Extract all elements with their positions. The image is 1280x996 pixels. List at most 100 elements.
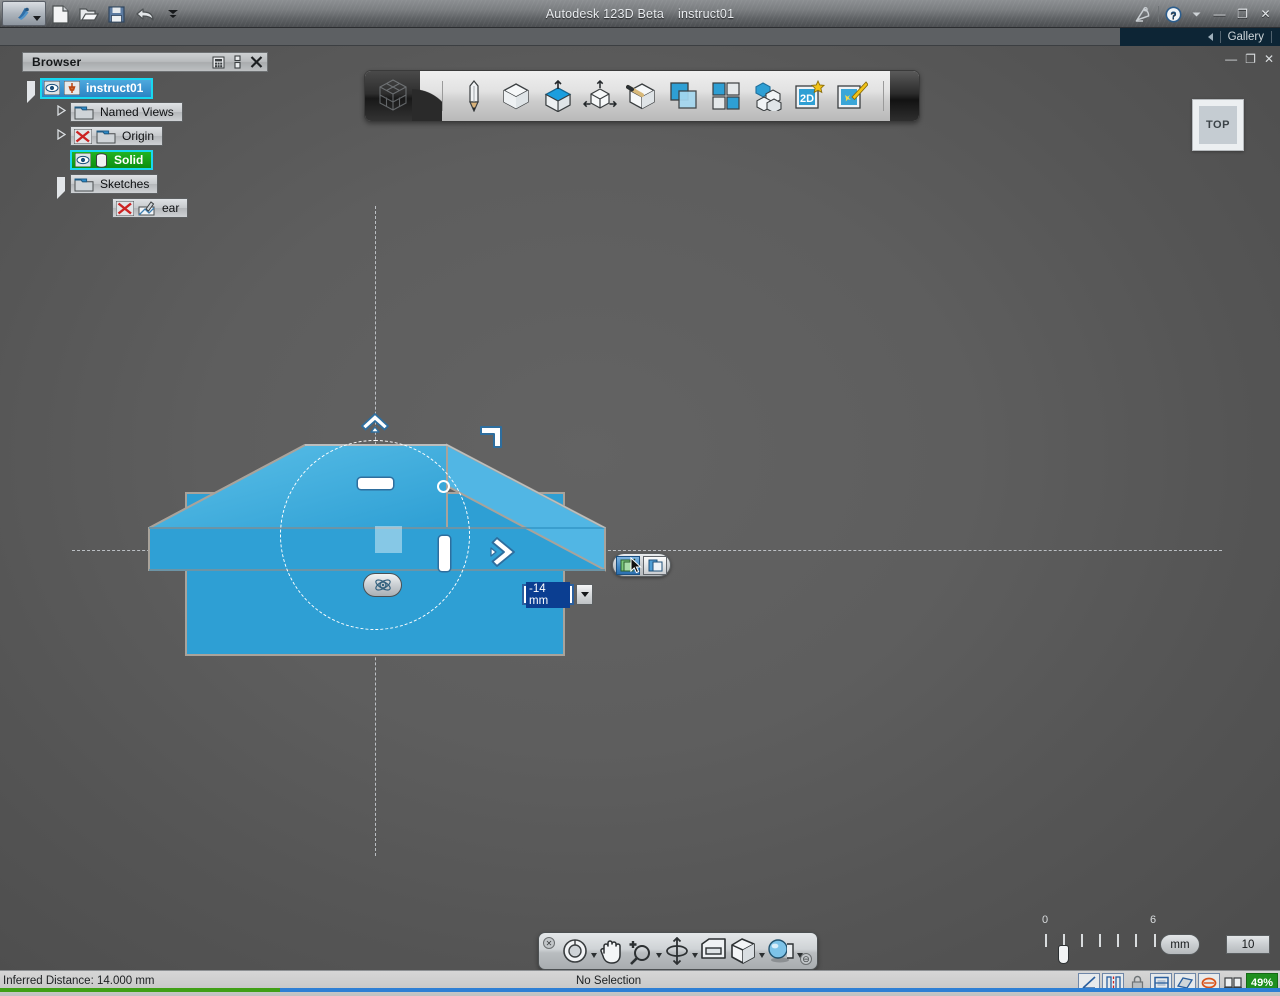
tree-item-instruct01[interactable]: instruct01 bbox=[40, 77, 154, 99]
twisty-open-instruct01[interactable] bbox=[22, 81, 40, 103]
folder-icon bbox=[74, 106, 94, 119]
123d-cube-logo-icon bbox=[379, 79, 407, 111]
view-window-icon bbox=[701, 938, 726, 959]
drag-handle-horizontal[interactable] bbox=[358, 478, 393, 489]
gallery-divider bbox=[1219, 31, 1221, 43]
pattern-tool-button[interactable] bbox=[625, 79, 659, 113]
chevron-down-icon[interactable] bbox=[692, 952, 698, 958]
tree-item-sketches[interactable]: Sketches bbox=[70, 174, 159, 194]
display-tool-button[interactable] bbox=[729, 936, 765, 966]
orbit-tool-button[interactable] bbox=[561, 936, 597, 966]
view-cube-face-label[interactable]: TOP bbox=[1199, 106, 1237, 144]
grid-size-field[interactable]: 10 bbox=[1226, 935, 1270, 954]
solid-edge-right-slope bbox=[446, 444, 606, 529]
connection-status-button[interactable] bbox=[1135, 5, 1152, 23]
triangle-open-icon bbox=[27, 81, 35, 103]
pivot-origin-icon bbox=[374, 579, 391, 591]
ruler-tick-3 bbox=[1099, 934, 1101, 947]
twisty-open-sketches[interactable] bbox=[52, 177, 70, 199]
panel-restore-button[interactable]: ❐ bbox=[1245, 52, 1256, 66]
dimension-input-field[interactable]: -14 mm bbox=[522, 581, 574, 608]
plane-corner-handle[interactable] bbox=[478, 424, 505, 451]
filter-icon[interactable] bbox=[210, 54, 227, 70]
look-at-tool-button[interactable] bbox=[767, 936, 803, 966]
tree-row-named-views[interactable]: Named Views bbox=[22, 102, 268, 122]
hidden-x-icon bbox=[74, 128, 92, 144]
move-up-arrow-handle[interactable] bbox=[360, 412, 390, 436]
chevron-down-icon[interactable] bbox=[759, 952, 765, 958]
close-window-button[interactable]: ✕ bbox=[1257, 5, 1274, 23]
folder-icon bbox=[74, 178, 94, 191]
sketch-tool-button[interactable] bbox=[457, 79, 491, 113]
tree-row-solid[interactable]: Solid bbox=[22, 150, 268, 170]
tree-item-ear[interactable]: ear bbox=[112, 198, 189, 218]
orbit-circle-icon bbox=[563, 939, 587, 963]
tree-row-instruct01[interactable]: instruct01 bbox=[22, 77, 268, 103]
toolbar-divider-left bbox=[442, 81, 444, 111]
question-mark-icon: ? bbox=[1165, 6, 1182, 22]
panel-minimize-button[interactable]: — bbox=[1225, 52, 1237, 66]
dimension-input-value[interactable]: -14 mm bbox=[526, 581, 570, 608]
dock-icon[interactable] bbox=[229, 54, 246, 70]
help-dropdown-button[interactable] bbox=[1188, 5, 1205, 23]
help-button[interactable]: ? bbox=[1165, 5, 1182, 23]
toolbar-brand-tab[interactable] bbox=[365, 71, 443, 121]
nav-close-button[interactable]: ✕ bbox=[543, 937, 555, 949]
tree-row-origin[interactable]: Origin bbox=[22, 126, 268, 146]
gallery-bar: Gallery bbox=[0, 28, 1280, 46]
tree-label-named-views: Named Views bbox=[100, 105, 174, 119]
plane-drag-square[interactable] bbox=[375, 526, 402, 553]
minimize-window-button[interactable]: — bbox=[1211, 5, 1228, 23]
pan-tool-button[interactable] bbox=[599, 936, 625, 966]
combine-tool-button[interactable] bbox=[667, 79, 701, 113]
twisty-closed-named-views[interactable] bbox=[52, 104, 70, 119]
satellite-dish-icon bbox=[1135, 6, 1150, 22]
rotate-ring-handle[interactable] bbox=[437, 480, 450, 493]
drag-handle-vertical[interactable] bbox=[439, 536, 450, 571]
join-operation-button[interactable] bbox=[643, 555, 667, 575]
tree-item-origin[interactable]: Origin bbox=[70, 126, 164, 146]
free-orbit-tool-button[interactable] bbox=[664, 936, 698, 966]
toolbar-right-tab[interactable] bbox=[890, 71, 919, 121]
zoom-tool-button[interactable] bbox=[627, 936, 662, 966]
dimension-value-entry[interactable]: -14 mm bbox=[522, 581, 593, 608]
grouping-tool-button[interactable] bbox=[709, 79, 743, 113]
title-bar: Autodesk 123D Beta instruct01 ? — ❐ ✕ bbox=[0, 0, 1280, 28]
triangle-left-icon[interactable] bbox=[1207, 33, 1213, 41]
tree-item-solid[interactable]: Solid bbox=[70, 150, 154, 170]
application-window: Autodesk 123D Beta instruct01 ? — ❐ ✕ Ga… bbox=[0, 0, 1280, 996]
sketch-2d-tool-button[interactable]: 2D bbox=[793, 79, 827, 113]
assemble-tool-button[interactable] bbox=[751, 79, 785, 113]
move-right-arrow-handle[interactable] bbox=[489, 535, 519, 569]
ruler-slider-handle[interactable] bbox=[1058, 945, 1069, 964]
gallery-label[interactable]: Gallery bbox=[1228, 31, 1264, 43]
primitives-tool-button[interactable] bbox=[499, 79, 533, 113]
construct-tool-button[interactable] bbox=[541, 79, 575, 113]
join-solid-icon bbox=[648, 559, 662, 571]
browser-panel: Browser instruct01 Named Views Origin So… bbox=[22, 52, 268, 222]
3d-viewport[interactable]: -14 mm TOP Browser instruct01 Named View… bbox=[0, 46, 1280, 970]
tree-row-sketches[interactable]: Sketches bbox=[22, 174, 268, 199]
panel-close-button[interactable]: ✕ bbox=[1264, 52, 1274, 66]
view-tool-button[interactable] bbox=[700, 936, 727, 966]
gallery-tab-region: Gallery bbox=[1120, 28, 1280, 46]
tree-row-ear[interactable]: ear bbox=[22, 198, 268, 218]
svg-text:?: ? bbox=[1170, 9, 1176, 21]
svg-text:2D: 2D bbox=[800, 93, 814, 105]
modify-tool-button[interactable] bbox=[583, 79, 618, 113]
nav-minimize-button[interactable]: ⊖ bbox=[800, 953, 812, 965]
close-panel-icon[interactable] bbox=[248, 54, 265, 70]
unit-selector-button[interactable]: mm bbox=[1160, 934, 1200, 955]
pivot-origin-button[interactable] bbox=[363, 573, 402, 597]
sphere-look-icon bbox=[768, 939, 794, 963]
title-divider bbox=[1158, 6, 1159, 22]
chevron-up-arrow-icon bbox=[361, 413, 389, 433]
chevron-down-icon[interactable] bbox=[591, 952, 597, 958]
twisty-closed-origin[interactable] bbox=[52, 128, 70, 143]
restore-window-button[interactable]: ❐ bbox=[1234, 5, 1251, 23]
view-cube[interactable]: TOP bbox=[1192, 99, 1244, 151]
smart-tool-button[interactable] bbox=[835, 79, 869, 113]
tree-item-named-views[interactable]: Named Views bbox=[70, 102, 183, 122]
chevron-down-icon[interactable] bbox=[656, 952, 662, 958]
dimension-dropdown-button[interactable] bbox=[576, 584, 593, 605]
